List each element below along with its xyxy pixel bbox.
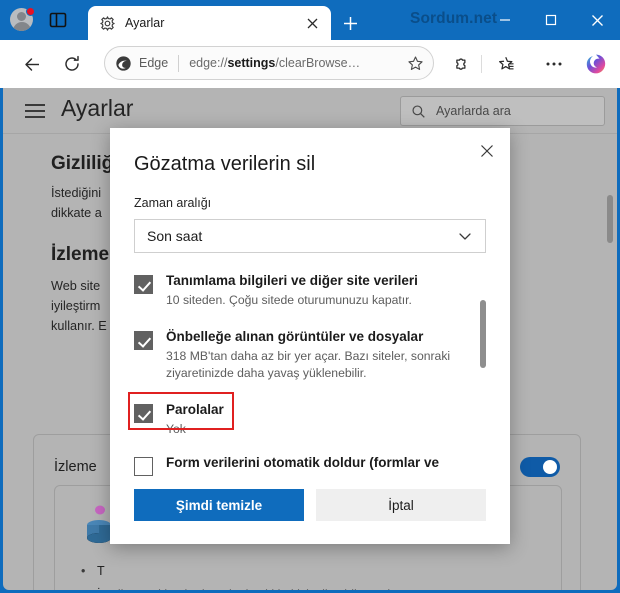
ellipsis-icon[interactable] xyxy=(540,50,568,78)
list-item: T xyxy=(75,559,545,583)
section-text-gizlilik-2: dikkate a xyxy=(51,206,102,220)
clear-browsing-data-dialog: Gözatma verilerin sil Zaman aralığı Son … xyxy=(110,128,510,544)
browser-toolbar: Edge edge://settings/clearBrowse… xyxy=(0,40,620,88)
section-heading-izleme: İzleme xyxy=(51,244,110,265)
section-text-gizlilik-1: İstediğini xyxy=(51,186,102,200)
search-input[interactable]: Ayarlarda ara xyxy=(400,96,605,126)
star-outline-icon[interactable] xyxy=(403,51,427,75)
close-button[interactable] xyxy=(574,0,620,40)
address-bar-divider xyxy=(178,54,180,72)
page-scrollbar-thumb[interactable] xyxy=(607,195,613,243)
split-screen-icon[interactable] xyxy=(48,10,68,30)
checkbox-cached-images[interactable] xyxy=(134,331,153,350)
address-bar[interactable]: Edge edge://settings/clearBrowse… xyxy=(104,46,434,80)
section-text-izleme-1: Web site xyxy=(51,279,101,293)
checkbox-sublabel: Yok xyxy=(166,422,186,436)
tracking-bullet-list: T İçerik ve reklamlar büyük olasılıkla k… xyxy=(75,559,545,590)
copilot-icon[interactable] xyxy=(582,50,610,78)
checkbox-cookies[interactable] xyxy=(134,275,153,294)
search-placeholder: Ayarlarda ara xyxy=(436,104,511,118)
dialog-scrollbar-thumb[interactable] xyxy=(480,300,486,368)
title-bar: Ayarlar Sordum.net xyxy=(0,0,620,40)
checkbox-sublabel: 10 siteden. Çoğu sitede oturumunuzu kapa… xyxy=(166,293,412,307)
checkbox-autofill[interactable] xyxy=(134,457,153,476)
tab-title: Ayarlar xyxy=(125,16,165,30)
checkbox-label: Form verilerini otomatik doldur (formlar… xyxy=(166,455,440,470)
address-bar-url: edge://settings/clearBrowse… xyxy=(189,56,361,70)
toggle-knob xyxy=(543,460,557,474)
checkbox-sublabel: 318 MB'tan daha az bir yer açar. Bazı si… xyxy=(166,349,451,380)
profile-avatar[interactable] xyxy=(10,7,35,32)
search-icon xyxy=(411,104,426,119)
page-title: Ayarlar xyxy=(61,95,134,121)
browser-window: Ayarlar Sordum.net Edge edge://settings/… xyxy=(0,0,620,593)
minimize-button[interactable] xyxy=(482,0,528,40)
section-heading-gizlilik: Gizliliğ xyxy=(51,153,114,174)
back-arrow-icon[interactable] xyxy=(18,50,46,78)
chevron-down-icon xyxy=(457,228,473,244)
toolbar-divider xyxy=(481,55,482,73)
dialog-title: Gözatma verilerin sil xyxy=(134,153,316,175)
checkbox-passwords[interactable] xyxy=(134,404,153,423)
gear-icon xyxy=(99,15,116,32)
checkbox-label: Tanımlama bilgileri ve diğer site verile… xyxy=(166,273,418,288)
notification-badge-icon xyxy=(26,7,35,16)
tab-close-icon[interactable] xyxy=(301,12,323,34)
puzzle-piece-icon[interactable] xyxy=(446,50,474,78)
refresh-icon[interactable] xyxy=(58,50,86,78)
time-range-label: Zaman aralığı xyxy=(134,196,212,210)
section-text-izleme-3: kullanır. E xyxy=(51,319,107,333)
checkbox-label: Önbelleğe alınan görüntüler ve dosyalar xyxy=(166,329,424,344)
card-heading: İzleme xyxy=(54,459,97,475)
window-controls xyxy=(482,0,620,40)
section-text-izleme-2: iyileştirm xyxy=(51,299,101,313)
dialog-close-icon[interactable] xyxy=(472,136,502,166)
cancel-button[interactable]: İptal xyxy=(316,489,486,521)
list-item: İçerik ve reklamlar büyük olasılıkla kiş… xyxy=(75,583,545,590)
address-bar-brand: Edge xyxy=(139,56,169,70)
edge-logo-icon xyxy=(115,55,132,72)
data-type-checkbox-list: Tanımlama bilgileri ve diğer site verile… xyxy=(134,273,492,476)
favorites-list-icon[interactable] xyxy=(492,50,520,78)
checkbox-label: Parolalar xyxy=(166,402,224,417)
time-range-value: Son saat xyxy=(147,228,203,244)
tracking-toggle[interactable] xyxy=(520,457,560,477)
maximize-button[interactable] xyxy=(528,0,574,40)
tab-ayarlar[interactable]: Ayarlar xyxy=(88,6,331,40)
clear-now-button[interactable]: Şimdi temizle xyxy=(134,489,304,521)
new-tab-button[interactable] xyxy=(337,11,363,35)
time-range-select[interactable]: Son saat xyxy=(134,219,486,253)
hamburger-menu-icon[interactable] xyxy=(25,104,45,118)
